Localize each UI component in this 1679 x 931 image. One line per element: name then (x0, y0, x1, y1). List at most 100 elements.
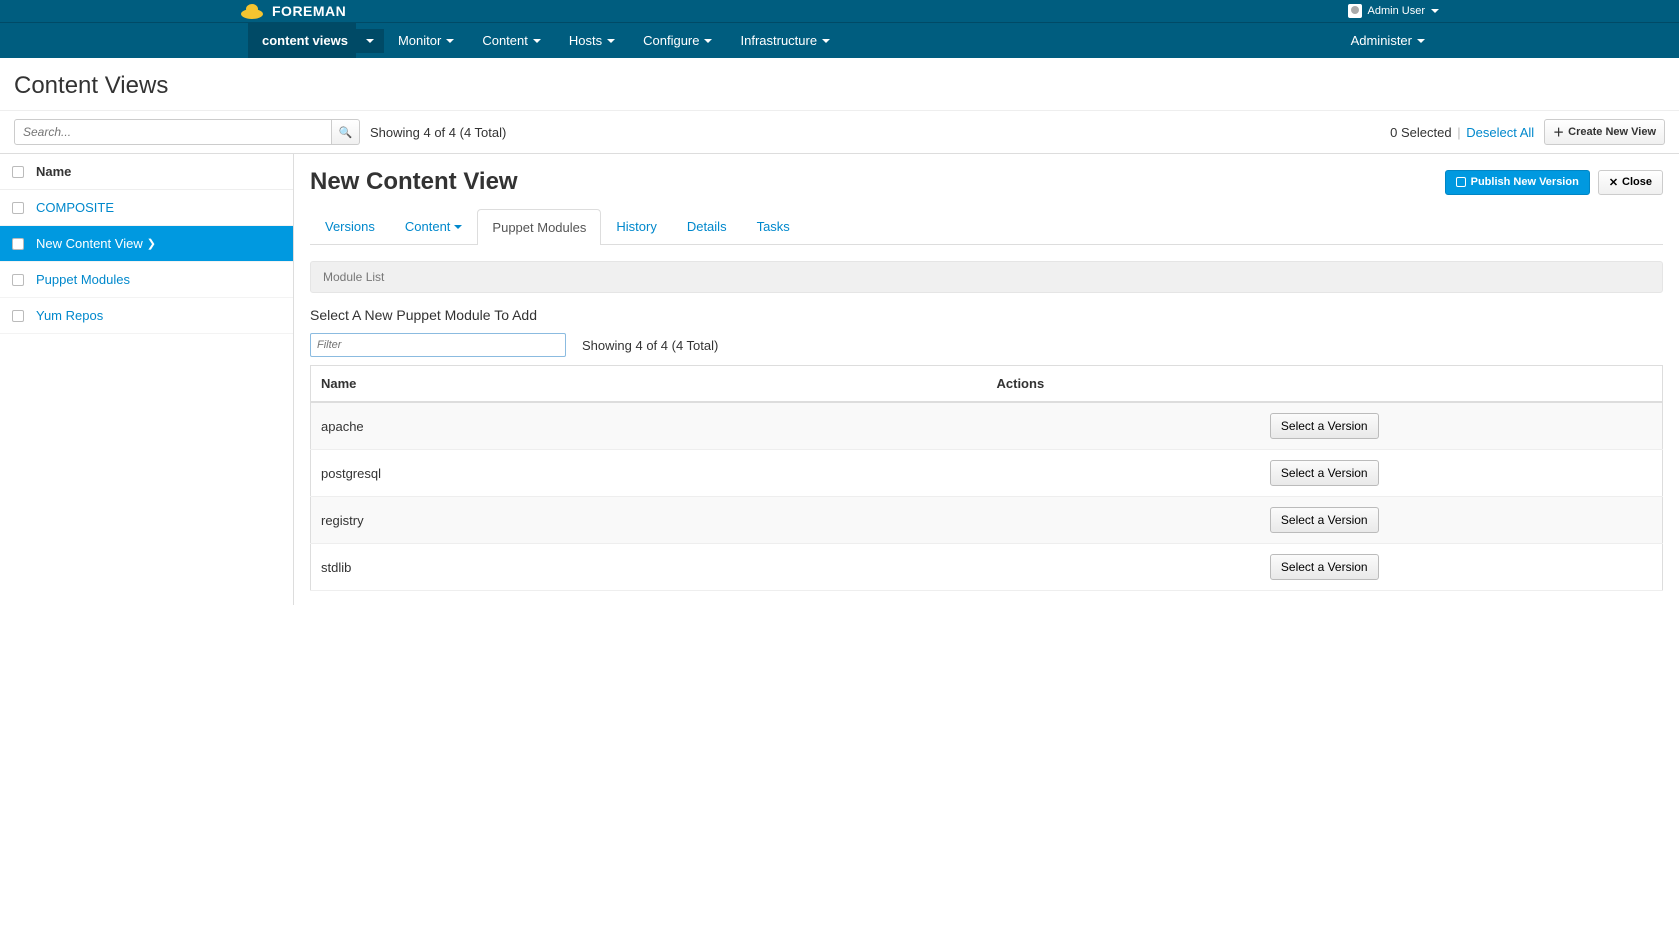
selection-status: 0 Selected | Deselect All (1390, 125, 1534, 140)
page-title: Content Views (14, 72, 1665, 100)
nav-item-configure[interactable]: Configure (629, 23, 726, 58)
sidebar-header: Name (0, 154, 293, 190)
toolbar-left: 🔍 Showing 4 of 4 (4 Total) (14, 119, 506, 145)
toolbar-row: 🔍 Showing 4 of 4 (4 Total) 0 Selected | … (0, 111, 1679, 154)
sidebar-item-label: COMPOSITE (36, 200, 114, 215)
row-checkbox[interactable] (12, 202, 24, 214)
search-group: 🔍 (14, 119, 360, 145)
section-subtitle: Select A New Puppet Module To Add (310, 307, 1663, 323)
module-name-cell: apache (311, 402, 987, 450)
caret-down-icon (607, 39, 615, 43)
tab-content[interactable]: Content (390, 208, 478, 244)
user-menu[interactable]: Admin User (1348, 4, 1439, 18)
create-new-view-button[interactable]: ＋ Create New View (1544, 119, 1665, 145)
search-icon: 🔍 (339, 126, 353, 139)
sidebar-column-name: Name (36, 164, 71, 179)
sidebar: Name COMPOSITE New Content View ❯ Puppet… (0, 154, 294, 605)
nav-item-administer[interactable]: Administer (1337, 23, 1439, 58)
brand-area: FOREMAN (240, 2, 346, 20)
caret-down-icon (1431, 9, 1439, 13)
result-summary: Showing 4 of 4 (4 Total) (370, 125, 506, 140)
close-icon: ✕ (1609, 176, 1618, 189)
search-button[interactable]: 🔍 (332, 119, 360, 145)
detail-title: New Content View (310, 168, 518, 196)
toolbar-right: 0 Selected | Deselect All ＋ Create New V… (1390, 119, 1665, 145)
module-action-cell: Select a Version (987, 450, 1663, 497)
select-a-version-button[interactable]: Select a Version (1270, 413, 1379, 439)
search-input[interactable] (14, 119, 332, 145)
module-action-cell: Select a Version (987, 497, 1663, 544)
page-title-bar: Content Views (0, 58, 1679, 111)
filter-summary: Showing 4 of 4 (4 Total) (582, 338, 718, 353)
tab-details[interactable]: Details (672, 208, 742, 244)
detail-actions: Publish New Version ✕ Close (1445, 170, 1663, 195)
plus-icon: ＋ (1553, 124, 1564, 140)
user-bar: FOREMAN Admin User (0, 0, 1679, 22)
selected-count: 0 Selected (1390, 125, 1451, 140)
nav-item-infrastructure[interactable]: Infrastructure (726, 23, 844, 58)
nav-item-hosts[interactable]: Hosts (555, 23, 629, 58)
module-name-cell: stdlib (311, 544, 987, 591)
select-a-version-button[interactable]: Select a Version (1270, 507, 1379, 533)
filter-row: Showing 4 of 4 (4 Total) (310, 333, 1663, 357)
sidebar-item-composite[interactable]: COMPOSITE (0, 190, 293, 226)
table-row: apache Select a Version (311, 402, 1663, 450)
row-checkbox[interactable] (12, 238, 24, 250)
sidebar-item-new-content-view[interactable]: New Content View ❯ (0, 226, 293, 262)
row-checkbox[interactable] (12, 274, 24, 286)
foreman-logo-icon (240, 2, 264, 20)
detail-header-row: New Content View Publish New Version ✕ C… (310, 168, 1663, 196)
user-avatar-icon (1348, 4, 1362, 18)
tab-history[interactable]: History (601, 208, 671, 244)
select-all-checkbox[interactable] (12, 166, 24, 178)
caret-down-icon (704, 39, 712, 43)
nav-item-monitor[interactable]: Monitor (384, 23, 468, 58)
filter-input[interactable] (310, 333, 566, 357)
nav-left: content views Monitor Content Hosts Conf… (248, 23, 844, 58)
main-nav: content views Monitor Content Hosts Conf… (0, 22, 1679, 58)
column-name: Name (311, 366, 987, 403)
breadcrumb-item: Module List (323, 270, 384, 284)
module-action-cell: Select a Version (987, 402, 1663, 450)
caret-down-icon (533, 39, 541, 43)
sidebar-item-label: Yum Repos (36, 308, 103, 323)
nav-item-content-views[interactable]: content views (248, 23, 356, 58)
publish-new-version-button[interactable]: Publish New Version (1445, 170, 1590, 195)
tab-tasks[interactable]: Tasks (742, 208, 805, 244)
close-button[interactable]: ✕ Close (1598, 170, 1663, 195)
caret-down-icon (454, 225, 462, 229)
module-table: Name Actions apache Select a Version postg… (310, 365, 1663, 591)
user-name: Admin User (1368, 5, 1425, 17)
tab-row: Versions Content Puppet Modules History … (310, 208, 1663, 245)
module-name-cell: registry (311, 497, 987, 544)
brand-name: FOREMAN (272, 3, 346, 19)
table-row: stdlib Select a Version (311, 544, 1663, 591)
select-a-version-button[interactable]: Select a Version (1270, 554, 1379, 580)
tab-versions[interactable]: Versions (310, 208, 390, 244)
caret-down-icon (446, 39, 454, 43)
nav-item-content-views-dropdown[interactable] (356, 29, 384, 53)
table-row: registry Select a Version (311, 497, 1663, 544)
chevron-right-icon: ❯ (147, 237, 156, 250)
breadcrumb: Module List (310, 261, 1663, 293)
sidebar-item-puppet-modules[interactable]: Puppet Modules (0, 262, 293, 298)
detail-pane: New Content View Publish New Version ✕ C… (294, 154, 1679, 605)
column-actions: Actions (987, 366, 1663, 403)
sidebar-item-label: New Content View (36, 236, 143, 251)
nav-item-content[interactable]: Content (468, 23, 555, 58)
caret-down-icon (822, 39, 830, 43)
table-header-row: Name Actions (311, 366, 1663, 403)
caret-down-icon (1417, 39, 1425, 43)
deselect-all-link[interactable]: Deselect All (1466, 125, 1534, 140)
tab-puppet-modules[interactable]: Puppet Modules (477, 209, 601, 245)
nav-right: Administer (1337, 23, 1439, 58)
row-checkbox[interactable] (12, 310, 24, 322)
module-action-cell: Select a Version (987, 544, 1663, 591)
sidebar-item-yum-repos[interactable]: Yum Repos (0, 298, 293, 334)
sidebar-item-label: Puppet Modules (36, 272, 130, 287)
select-a-version-button[interactable]: Select a Version (1270, 460, 1379, 486)
module-name-cell: postgresql (311, 450, 987, 497)
main-body: Name COMPOSITE New Content View ❯ Puppet… (0, 154, 1679, 605)
caret-down-icon (366, 39, 374, 43)
thumbs-up-icon (1456, 177, 1466, 187)
